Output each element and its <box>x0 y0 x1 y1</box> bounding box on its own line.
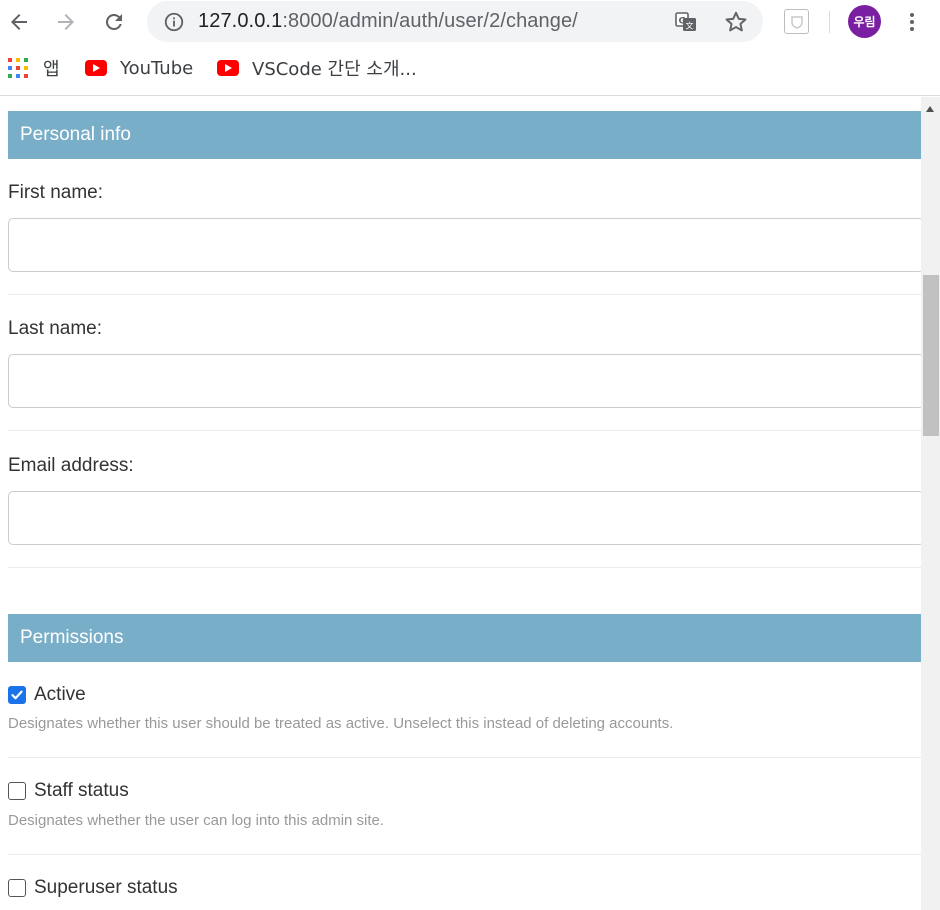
extension-button[interactable] <box>784 9 809 34</box>
info-icon[interactable] <box>163 11 185 33</box>
menu-kebab-icon[interactable] <box>902 8 922 36</box>
page-content: Personal info First name: Last name: Ema… <box>0 97 921 910</box>
youtube-icon <box>85 60 107 76</box>
field-divider <box>8 294 921 295</box>
bookmark-vscode[interactable]: VSCode 간단 소개... <box>217 56 417 80</box>
browser-toolbar: 127.0.0.1:8000/admin/auth/user/2/change/… <box>0 0 940 44</box>
field-divider <box>8 430 921 431</box>
active-checkbox-row[interactable]: Active <box>8 684 86 706</box>
staff-status-checkbox[interactable] <box>8 782 26 800</box>
bookmark-apps[interactable]: 앱 <box>8 56 60 80</box>
vertical-scrollbar[interactable] <box>921 97 940 910</box>
field-divider <box>8 757 921 758</box>
bookmark-label: VSCode 간단 소개... <box>252 59 417 80</box>
staff-help-text: Designates whether the user can log into… <box>8 812 385 829</box>
svg-text:文: 文 <box>686 21 694 31</box>
checkmark-icon <box>11 690 23 700</box>
toolbar-separator <box>829 11 830 33</box>
email-label: Email address: <box>8 455 134 476</box>
bookmark-star-icon[interactable] <box>723 9 749 35</box>
active-checkbox[interactable] <box>8 686 26 704</box>
translate-icon[interactable]: G文 <box>674 10 698 34</box>
url-text[interactable]: 127.0.0.1:8000/admin/auth/user/2/change/ <box>198 10 578 33</box>
email-input[interactable] <box>8 491 921 545</box>
bookmarks-bar: 앱 YouTube VSCode 간단 소개... <box>0 44 940 96</box>
address-bar[interactable]: 127.0.0.1:8000/admin/auth/user/2/change/… <box>147 1 763 42</box>
bookmark-label: YouTube <box>120 57 194 79</box>
first-name-label: First name: <box>8 182 104 203</box>
apps-grid-icon <box>8 58 28 78</box>
first-name-input[interactable] <box>8 218 921 272</box>
superuser-checkbox-row[interactable]: Superuser status <box>8 877 178 899</box>
field-divider <box>8 854 921 855</box>
forward-button[interactable] <box>51 7 81 37</box>
bookmark-youtube[interactable]: YouTube <box>85 56 193 80</box>
active-help-text: Designates whether this user should be t… <box>8 715 674 732</box>
profile-avatar[interactable]: 우림 <box>848 5 881 38</box>
staff-status-label: Staff status <box>34 780 129 801</box>
reload-icon <box>105 13 122 30</box>
forward-arrow-icon <box>58 14 74 30</box>
active-label: Active <box>34 684 86 705</box>
last-name-input[interactable] <box>8 354 921 408</box>
reload-button[interactable] <box>99 7 129 37</box>
scroll-thumb[interactable] <box>923 275 939 436</box>
back-button[interactable] <box>4 7 34 37</box>
field-divider <box>8 567 921 568</box>
scroll-up-arrow-icon[interactable] <box>926 106 934 112</box>
permissions-header: Permissions <box>8 614 921 662</box>
staff-checkbox-row[interactable]: Staff status <box>8 780 129 802</box>
bookmark-label: 앱 <box>43 59 60 80</box>
youtube-icon <box>217 60 239 76</box>
extension-shield-icon <box>790 15 803 29</box>
superuser-status-label: Superuser status <box>34 877 178 898</box>
back-arrow-icon <box>11 14 27 30</box>
url-host: 127.0.0.1 <box>198 10 283 32</box>
url-path: :8000/admin/auth/user/2/change/ <box>282 10 578 32</box>
last-name-label: Last name: <box>8 318 102 339</box>
personal-info-header: Personal info <box>8 111 921 159</box>
superuser-status-checkbox[interactable] <box>8 879 26 897</box>
